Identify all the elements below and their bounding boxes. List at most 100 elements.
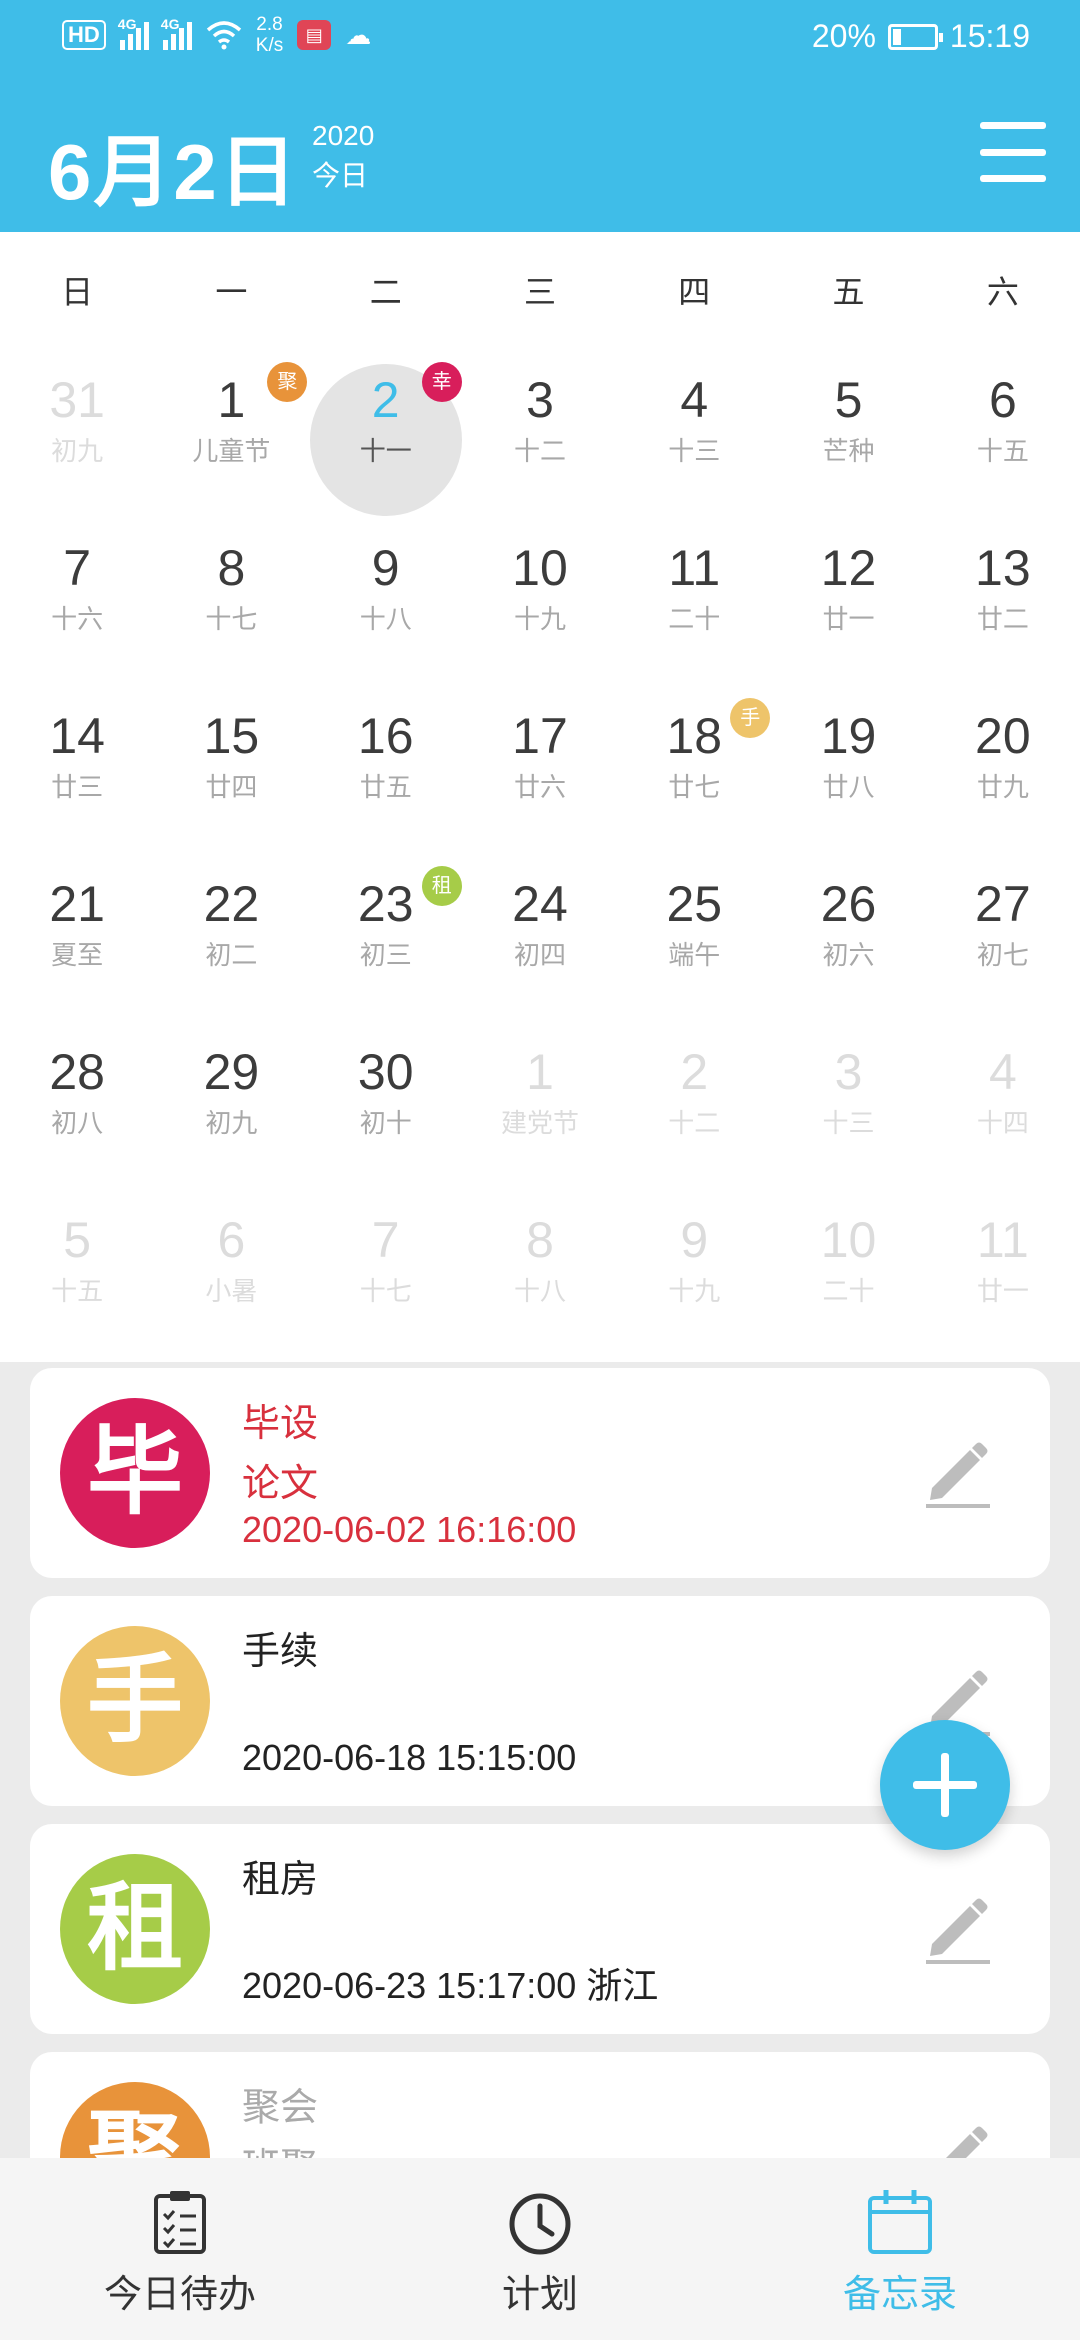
calendar-day[interactable]: 18 廿七手	[617, 688, 771, 856]
lunar-date: 十五	[51, 1276, 104, 1306]
memo-title: 聚会	[242, 2087, 319, 2129]
event-badge: 幸	[421, 362, 462, 402]
calendar-day[interactable]: 21 夏至	[0, 856, 154, 1024]
calendar-day[interactable]: 28 初八	[0, 1024, 154, 1192]
day-number: 28	[49, 1044, 105, 1100]
lunar-date: 十九	[668, 1276, 721, 1306]
edit-icon[interactable]	[918, 1888, 998, 1968]
today-label[interactable]: 今日	[312, 156, 374, 196]
day-grid: 31 初九 1 儿童节聚 2 十一幸 3 十二 4 十三 5 芒种 6 十五 7 十六 8 十七 9 十八 10 十九 11…	[0, 352, 1080, 1360]
calendar-day[interactable]: 8 十七	[154, 520, 308, 688]
calendar-day[interactable]: 20 廿九	[926, 688, 1080, 856]
calendar-day[interactable]: 22 初二	[154, 856, 308, 1024]
day-number: 14	[49, 708, 105, 764]
calendar-day[interactable]: 10 二十	[771, 1192, 925, 1360]
memo-title: 手续	[242, 1631, 319, 1673]
lunar-date: 初四	[513, 940, 566, 970]
day-number: 22	[203, 876, 260, 932]
lunar-date: 初二	[205, 940, 258, 970]
calendar-day[interactable]: 11 二十	[617, 520, 771, 688]
lunar-date: 儿童节	[192, 436, 271, 466]
calendar-day[interactable]: 10 十九	[463, 520, 617, 688]
calendar-day[interactable]: 19 廿八	[771, 688, 925, 856]
day-number: 8	[217, 540, 246, 596]
nav-item[interactable]: 计划	[360, 2158, 720, 2340]
calendar-day[interactable]: 29 初九	[154, 1024, 308, 1192]
calendar-day[interactable]: 24 初四	[463, 856, 617, 1024]
hd-icon: HD	[62, 20, 106, 50]
calendar-day[interactable]: 17 廿六	[463, 688, 617, 856]
calendar-day[interactable]: 3 十二	[463, 352, 617, 520]
calendar-day[interactable]: 8 十八	[463, 1192, 617, 1360]
memo-card[interactable]: 租租房 2020-06-23 15:17:00 浙江	[30, 1824, 1050, 2034]
calendar-day[interactable]: 9 十九	[617, 1192, 771, 1360]
calendar-day[interactable]: 14 廿三	[0, 688, 154, 856]
bottom-nav: 今日待办 计划 备忘录	[0, 2158, 1080, 2340]
wifi-icon	[206, 21, 241, 50]
day-number: 3	[834, 1044, 863, 1100]
lunar-date: 初十	[359, 1108, 412, 1138]
lunar-date: 小暑	[205, 1276, 258, 1306]
day-number: 5	[63, 1212, 92, 1268]
day-number: 24	[512, 876, 568, 932]
day-number: 17	[512, 708, 568, 764]
calendar-day[interactable]: 31 初九	[0, 352, 154, 520]
app-header: HD 4G 4G 2.8 K/s ▤ ☁ 20% 15:19 6月2日 2020…	[0, 0, 1080, 232]
calendar-day[interactable]: 1 儿童节聚	[154, 352, 308, 520]
day-number: 19	[820, 708, 877, 764]
calendar-day[interactable]: 6 小暑	[154, 1192, 308, 1360]
checklist-icon	[144, 2186, 216, 2258]
nav-item[interactable]: 备忘录	[720, 2158, 1080, 2340]
memo-avatar: 毕	[60, 1398, 210, 1548]
calendar-day[interactable]: 6 十五	[926, 352, 1080, 520]
lunar-date: 夏至	[51, 940, 104, 970]
calendar-day[interactable]: 4 十三	[617, 352, 771, 520]
day-number: 27	[975, 876, 1031, 932]
calendar-day[interactable]: 9 十八	[309, 520, 463, 688]
day-number: 3	[526, 372, 554, 428]
calendar-day[interactable]: 3 十三	[771, 1024, 925, 1192]
nav-label: 备忘录	[842, 2274, 957, 2316]
calendar-day[interactable]: 23 初三租	[309, 856, 463, 1024]
calendar-day[interactable]: 25 端午	[617, 856, 771, 1024]
weekday-label: 二	[369, 274, 402, 310]
calendar-day[interactable]: 7 十七	[309, 1192, 463, 1360]
memo-time: 2020-06-18 15:15:00	[242, 1737, 577, 1778]
lunar-date: 十九	[513, 604, 566, 634]
calendar-day[interactable]: 13 廿二	[926, 520, 1080, 688]
calendar-day[interactable]: 11 廿一	[926, 1192, 1080, 1360]
lunar-date: 端午	[668, 940, 721, 970]
lunar-date: 廿四	[205, 772, 258, 802]
lunar-date: 廿三	[51, 772, 104, 802]
nav-item[interactable]: 今日待办	[0, 2158, 360, 2340]
edit-icon[interactable]	[918, 1432, 998, 1512]
calendar-day[interactable]: 5 芒种	[771, 352, 925, 520]
calendar-day[interactable]: 26 初六	[771, 856, 925, 1024]
calendar-day[interactable]: 7 十六	[0, 520, 154, 688]
calendar-day[interactable]: 16 廿五	[309, 688, 463, 856]
memo-card[interactable]: 毕毕设 论文 2020-06-02 16:16:00	[30, 1368, 1050, 1578]
calendar-day[interactable]: 1 建党节	[463, 1024, 617, 1192]
add-memo-button[interactable]	[880, 1720, 1010, 1850]
current-date: 6月2日	[48, 128, 299, 216]
lunar-date: 十三	[668, 436, 721, 466]
calendar-day[interactable]: 5 十五	[0, 1192, 154, 1360]
calendar-day[interactable]: 2 十二	[617, 1024, 771, 1192]
calendar-day[interactable]: 4 十四	[926, 1024, 1080, 1192]
event-badge: 租	[421, 866, 462, 906]
day-number: 26	[820, 876, 877, 932]
lunar-date: 廿五	[359, 772, 412, 802]
lunar-date: 初九	[205, 1108, 258, 1138]
calendar-day-today[interactable]: 2 十一幸	[309, 352, 463, 520]
calendar-day[interactable]: 27 初七	[926, 856, 1080, 1024]
calendar-day[interactable]: 12 廿一	[771, 520, 925, 688]
calendar-day[interactable]: 15 廿四	[154, 688, 308, 856]
lunar-date: 初三	[359, 940, 412, 970]
day-number: 15	[203, 708, 260, 764]
lunar-date: 十八	[513, 1276, 566, 1306]
day-number: 7	[63, 540, 92, 596]
menu-button[interactable]	[980, 122, 1046, 182]
lunar-date: 二十	[822, 1276, 875, 1306]
memo-avatar: 手	[60, 1626, 210, 1776]
calendar-day[interactable]: 30 初十	[309, 1024, 463, 1192]
